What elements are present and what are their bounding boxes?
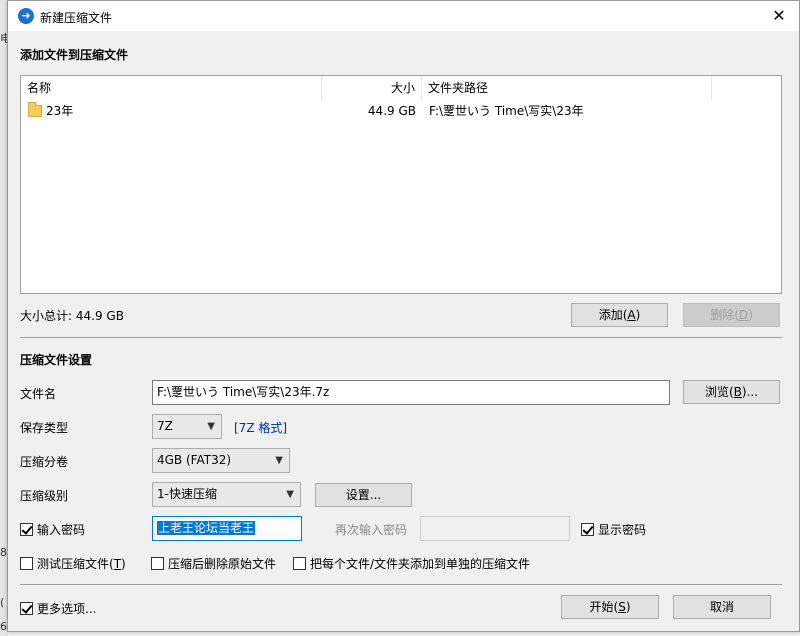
file-name: 23年 [46,104,74,118]
background-text-fragment: 8 [0,546,7,559]
select-value: 4GB (FAT32) [157,453,232,467]
checkbox-box[interactable] [293,557,306,570]
save-type-label: 保存类型 [20,421,69,435]
column-header-name[interactable]: 名称 [21,76,322,100]
more-options-checkbox[interactable]: 更多选项... [20,600,96,617]
save-type-select[interactable]: 7Z ▼ [152,414,222,439]
hotkey-letter: A [627,308,636,322]
format-link[interactable]: [7Z 格式] [234,419,287,436]
checkbox-box[interactable] [581,523,594,536]
settings-section-title: 压缩文件设置 [20,353,93,367]
background-text-fragment: ( [0,596,5,609]
file-size-cell: 44.9 GB [367,104,416,118]
chevron-down-icon: ▼ [286,489,294,500]
checkbox-label: 更多选项... [37,602,97,616]
split-select[interactable]: 4GB (FAT32) ▼ [152,448,290,473]
button-label: 添加( [598,308,628,322]
title-bar: ➜ 新建压缩文件 ✕ [8,1,799,31]
checkbox-label: 测试压缩文件( [37,557,114,571]
column-header-label: 名称 [27,81,52,95]
delete-button[interactable]: 删除(D) [683,303,780,327]
section-divider [20,337,782,338]
file-path-cell: F:\覂世いう Time\写实\23年 [429,104,584,118]
filename-field[interactable]: F:\覂世いう Time\写实\23年.7z [152,380,670,405]
separate-archives-checkbox[interactable]: 把每个文件/文件夹添加到单独的压缩文件 [293,555,530,572]
checkbox-label: 显示密码 [598,523,647,537]
checkbox-label: 输入密码 [37,523,86,537]
level-label: 压缩级别 [20,489,69,503]
dialog-title: 新建压缩文件 [40,11,113,25]
app-logo-icon: ➜ [18,8,34,24]
select-value: 1-快速压缩 [157,487,217,501]
split-label: 压缩分卷 [20,455,69,469]
test-archive-checkbox[interactable]: 测试压缩文件(T) [20,555,126,572]
delete-after-checkbox[interactable]: 压缩后删除原始文件 [151,555,276,572]
chevron-down-icon: ▼ [275,455,283,466]
button-label: 删除( [710,308,739,322]
password-field[interactable]: 上老王论坛当老王 [152,516,302,541]
button-label: ) [635,308,641,322]
add-button[interactable]: 添加(A) [571,303,668,327]
hotkey-letter: T [113,556,122,571]
column-header-size[interactable]: 大小 [322,76,422,100]
password-text: 上老王论坛当老王 [157,521,256,535]
checkbox-label: ) [121,556,126,571]
new-archive-dialog: ➜ 新建压缩文件 ✕ 添加文件到压缩文件 名称 大小 文件夹路径 23年 44.… [7,0,800,632]
checkbox-box[interactable] [151,557,164,570]
checkbox-label: 把每个文件/文件夹添加到单独的压缩文件 [310,557,531,571]
checkbox-label: 压缩后删除原始文件 [168,557,277,571]
column-header-label: 文件夹路径 [428,81,489,95]
hotkey-letter: S [618,600,626,614]
close-button[interactable]: ✕ [759,1,799,31]
cancel-button[interactable]: 取消 [673,595,771,619]
checkbox-box[interactable] [20,523,33,536]
checkbox-box[interactable] [20,602,33,615]
button-label: ) [625,600,631,614]
button-label: ) [748,308,753,322]
reenter-password-field[interactable] [420,516,570,541]
column-header-path[interactable]: 文件夹路径 [422,76,712,100]
folder-icon [28,102,42,117]
button-label: 开始( [589,600,619,614]
browse-button[interactable]: 浏览(B)... [683,380,780,404]
start-button[interactable]: 开始(S) [561,595,659,619]
files-section-title: 添加文件到压缩文件 [20,48,129,62]
settings-button[interactable]: 设置... [315,483,412,507]
checkbox-box[interactable] [20,557,33,570]
password-checkbox[interactable]: 输入密码 [20,521,85,538]
button-label: 浏览( [704,385,734,399]
file-list[interactable]: 名称 大小 文件夹路径 23年 44.9 GB F:\覂世いう Time\写实\… [20,75,782,294]
filename-label: 文件名 [20,387,57,401]
file-name-cell: 23年 [28,100,318,122]
list-item[interactable]: 23年 44.9 GB F:\覂世いう Time\写实\23年 [21,100,781,122]
hotkey-letter: B [733,385,742,399]
footer-divider [20,584,782,585]
column-header-label: 大小 [390,81,415,95]
hotkey-letter: D [738,308,749,322]
select-value: 7Z [157,419,173,433]
button-label: )... [741,385,759,399]
reenter-password-label: 再次输入密码 [335,523,408,537]
show-password-checkbox[interactable]: 显示密码 [581,521,646,538]
level-select[interactable]: 1-快速压缩 ▼ [152,482,301,507]
total-size-label: 大小总计: 44.9 GB [20,309,124,323]
chevron-down-icon: ▼ [207,421,215,432]
list-header: 名称 大小 文件夹路径 [21,76,781,100]
